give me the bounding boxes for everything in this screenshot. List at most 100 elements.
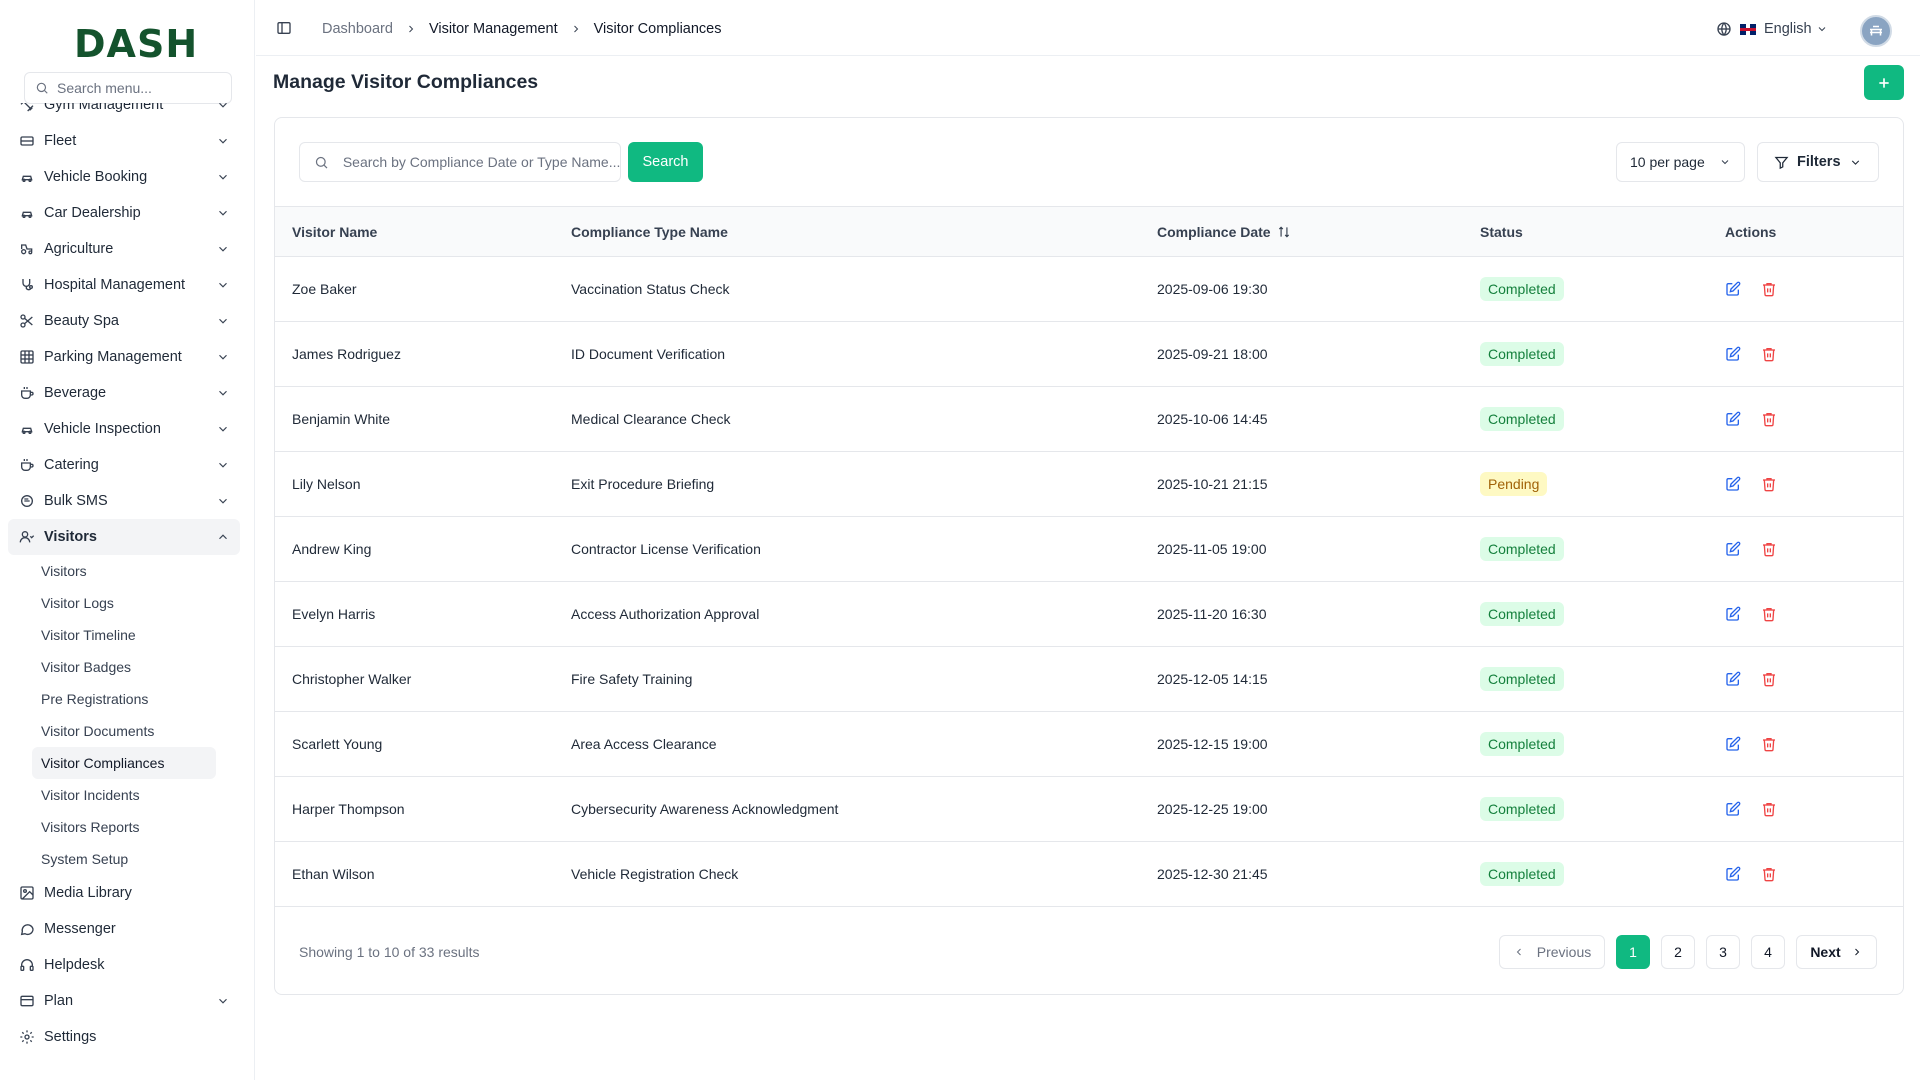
submenu-item-visitors-reports[interactable]: Visitors Reports [32,811,216,843]
tractor-icon [18,240,36,258]
delete-icon[interactable] [1761,476,1777,492]
cell-compliance-type: Vehicle Registration Check [571,866,739,882]
status-badge: Completed [1480,732,1564,756]
submenu-item-pre-registrations[interactable]: Pre Registrations [32,683,216,715]
user-avatar-icon [1870,25,1882,36]
sidebar-item-fleet[interactable]: Fleet [8,123,240,159]
sidebar-item-label: Gym Management [44,103,164,113]
sidebar-search [24,72,232,104]
cell-visitor-name: Christopher Walker [292,671,412,687]
edit-icon[interactable] [1725,346,1741,362]
sidebar-item-bulk-sms[interactable]: Bulk SMS [8,483,240,519]
page-3-button[interactable]: 3 [1706,935,1740,969]
cell-compliance-date: 2025-11-05 19:00 [1157,541,1267,557]
page-2-button[interactable]: 2 [1661,935,1695,969]
status-badge: Completed [1480,797,1564,821]
edit-icon[interactable] [1725,476,1741,492]
submenu-item-visitor-timeline[interactable]: Visitor Timeline [32,619,216,651]
cell-visitor-name: Benjamin White [292,411,391,427]
edit-icon[interactable] [1725,736,1741,752]
delete-icon[interactable] [1761,671,1777,687]
chevron-right-icon [405,23,417,35]
sidebar-item-label: Bulk SMS [44,493,108,509]
chevron-down-icon [1721,160,1729,165]
sidebar-item-beverage[interactable]: Beverage [8,375,240,411]
page-4-button[interactable]: 4 [1751,935,1785,969]
delete-icon[interactable] [1761,281,1777,297]
submenu-item-visitors[interactable]: Visitors [32,555,216,587]
user-avatar[interactable] [1860,15,1892,47]
delete-icon[interactable] [1761,541,1777,557]
cell-actions [1708,517,1903,582]
edit-icon[interactable] [1725,801,1741,817]
edit-icon[interactable] [1725,281,1741,297]
delete-icon[interactable] [1761,866,1777,882]
sidebar-item-label: Messenger [44,921,116,937]
chevron-down-icon [219,462,227,468]
delete-icon[interactable] [1761,411,1777,427]
table-row: Evelyn Harris Access Authorization Approv… [275,582,1903,647]
edit-icon[interactable] [1725,541,1741,557]
sidebar-item-settings[interactable]: Settings [8,1019,240,1055]
chevron-down-icon [219,426,227,432]
sidebar-item-label: Fleet [44,133,77,149]
sidebar-item-beauty-spa[interactable]: Beauty Spa [8,303,240,339]
previous-page-button[interactable]: Previous [1499,935,1605,969]
sidebar-item-label: Car Dealership [44,205,141,221]
chevron-down-icon [1851,159,1859,165]
submenu-item-visitor-badges[interactable]: Visitor Badges [32,651,216,683]
sidebar-toggle-icon[interactable] [276,20,292,36]
sidebar-item-visitors[interactable]: Visitors [8,519,240,555]
per-page-select[interactable]: 10 per page [1616,142,1745,182]
cell-compliance-type: Exit Procedure Briefing [571,476,715,492]
page-1-button[interactable]: 1 [1616,935,1650,969]
search-icon [36,82,48,94]
delete-icon[interactable] [1761,736,1777,752]
submenu-item-system-setup[interactable]: System Setup [32,843,216,875]
sidebar-search-input[interactable] [57,80,227,96]
search-input[interactable] [342,154,620,170]
cell-compliance-type: Fire Safety Training [571,671,693,687]
cell-status: Completed [1480,517,1708,582]
sidebar-item-media-library[interactable]: Media Library [8,875,240,911]
column-header-compliance-date[interactable]: Compliance Date [1157,207,1480,257]
search-button[interactable]: Search [628,142,703,182]
cell-actions [1708,257,1903,322]
cell-compliance-date: 2025-10-21 21:15 [1157,476,1268,492]
submenu-item-visitor-logs[interactable]: Visitor Logs [32,587,216,619]
submenu-item-visitor-incidents[interactable]: Visitor Incidents [32,779,216,811]
sidebar-item-hospital-management[interactable]: Hospital Management [8,267,240,303]
language-selector[interactable]: English [1716,21,1828,37]
sort-icon[interactable] [1277,225,1291,239]
sidebar-item-messenger[interactable]: Messenger [8,911,240,947]
delete-icon[interactable] [1761,801,1777,817]
chevron-right-icon [1854,948,1859,956]
table-header-row: Visitor Name Compliance Type Name Compli… [275,206,1903,257]
next-page-button[interactable]: Next [1796,935,1877,969]
sidebar-item-parking-management[interactable]: Parking Management [8,339,240,375]
edit-icon[interactable] [1725,606,1741,622]
edit-icon[interactable] [1725,411,1741,427]
sidebar-item-vehicle-inspection[interactable]: Vehicle Inspection [8,411,240,447]
cell-compliance-date: 2025-11-20 16:30 [1157,606,1267,622]
cell-compliance-date: 2025-12-15 19:00 [1157,736,1268,752]
sidebar-item-catering[interactable]: Catering [8,447,240,483]
breadcrumb-dashboard[interactable]: Dashboard [322,21,393,37]
sidebar-item-partial[interactable]: Gym Management [8,103,240,123]
sidebar-item-helpdesk[interactable]: Helpdesk [8,947,240,983]
edit-icon[interactable] [1725,866,1741,882]
add-compliance-button[interactable] [1864,65,1904,100]
edit-icon[interactable] [1725,671,1741,687]
submenu-item-visitor-compliances[interactable]: Visitor Compliances [32,747,216,779]
chevron-down-icon [219,390,227,396]
sidebar-item-vehicle-booking[interactable]: Vehicle Booking [8,159,240,195]
delete-icon[interactable] [1761,346,1777,362]
delete-icon[interactable] [1761,606,1777,622]
breadcrumb-visitor-management[interactable]: Visitor Management [429,21,558,37]
sidebar-item-plan[interactable]: Plan [8,983,240,1019]
submenu-item-visitor-documents[interactable]: Visitor Documents [32,715,216,747]
sidebar-item-agriculture[interactable]: Agriculture [8,231,240,267]
sidebar-item-car-dealership[interactable]: Car Dealership [8,195,240,231]
dash-logo[interactable]: DASH [74,22,198,66]
filters-button[interactable]: Filters [1757,142,1879,182]
